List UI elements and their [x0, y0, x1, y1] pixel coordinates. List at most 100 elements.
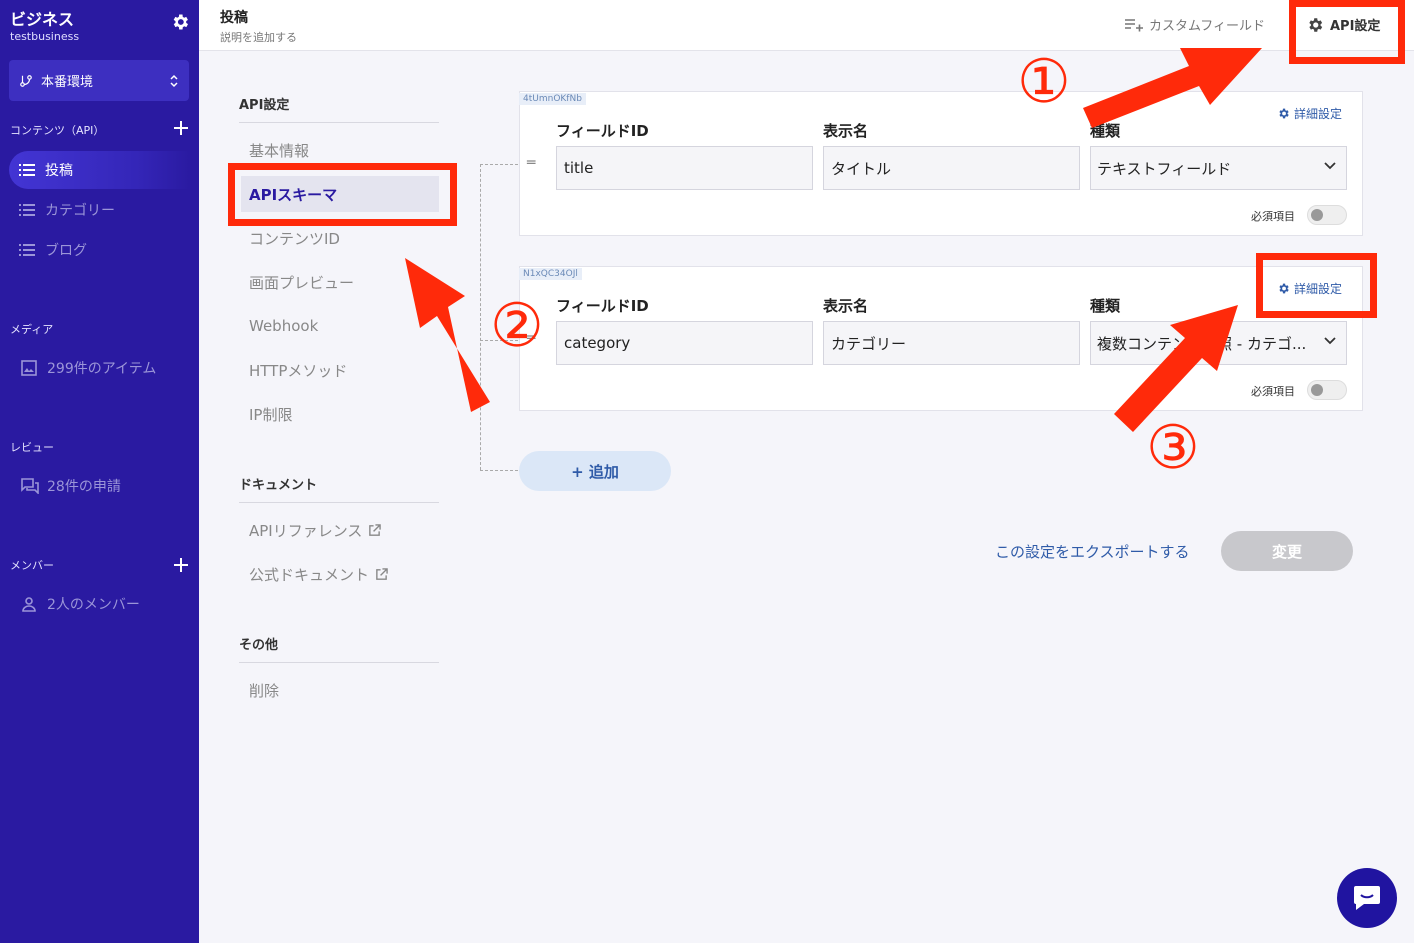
field-id-input[interactable]: category [556, 321, 813, 365]
sidebar-item-label: 投稿 [45, 163, 73, 179]
external-link-icon [376, 568, 388, 580]
custom-field-label: カスタムフィールド [1149, 19, 1265, 34]
annotation-box [1256, 253, 1377, 318]
divider [239, 122, 439, 123]
menu-item-http-method[interactable]: HTTPメソッド [249, 360, 347, 381]
annotation-box [1289, 0, 1405, 64]
add-field-button[interactable]: + 追加 [519, 451, 671, 491]
chat-button[interactable] [1337, 868, 1397, 928]
external-link-icon [369, 524, 382, 536]
media-section-label: メディア [10, 323, 54, 336]
menu-item-webhook[interactable]: Webhook [249, 317, 318, 335]
environment-selector[interactable]: 本番環境 [9, 60, 189, 101]
annotation-box [228, 163, 457, 226]
add-content-icon[interactable] [173, 120, 189, 136]
add-member-icon[interactable] [173, 557, 189, 573]
list-icon [19, 204, 37, 216]
field-id-label: フィールドID [556, 122, 649, 140]
required-toggle[interactable] [1307, 205, 1347, 225]
sidebar-item-label: カテゴリー [45, 203, 115, 219]
menu-heading-docs: ドキュメント [239, 478, 318, 493]
sidebar-item-categories[interactable]: カテゴリー [9, 191, 191, 229]
list-icon [19, 164, 37, 176]
chat-icon [1354, 886, 1380, 910]
chevron-down-icon [1324, 337, 1336, 345]
required-label: 必須項目 [1251, 210, 1295, 223]
field-id-label: フィールドID [556, 297, 649, 315]
review-section-label: レビュー [10, 441, 54, 454]
change-button[interactable]: 変更 [1221, 531, 1353, 571]
toggle-knob [1311, 384, 1323, 396]
gear-icon [1279, 108, 1289, 119]
person-icon [21, 596, 39, 612]
required-toggle[interactable] [1307, 380, 1347, 400]
annotation-number-1: ① [1017, 47, 1071, 117]
field-id-tag: N1xQC34OJl [519, 268, 582, 280]
drag-handle-icon[interactable]: ═ [527, 155, 535, 171]
menu-item-label: 公式ドキュメント [249, 566, 370, 584]
sidebar-item-blog[interactable]: ブログ [9, 231, 191, 269]
sidebar-item-media[interactable]: 299件のアイテム [9, 349, 191, 387]
divider [239, 662, 439, 663]
list-icon [19, 244, 37, 256]
menu-item-basic-info[interactable]: 基本情報 [249, 140, 309, 161]
menu-item-official-docs[interactable]: 公式ドキュメント [249, 564, 388, 585]
menu-item-content-id[interactable]: コンテンツID [249, 228, 340, 249]
sidebar-item-posts[interactable]: 投稿 [9, 151, 191, 189]
type-label: 種類 [1090, 122, 1121, 140]
display-name-input[interactable]: カテゴリー [823, 321, 1080, 365]
sidebar-item-members[interactable]: 2人のメンバー [9, 585, 191, 623]
page-header: 投稿 説明を追加する カスタムフィールド API設定 [199, 0, 1414, 51]
menu-item-ip-restriction[interactable]: IP制限 [249, 404, 292, 425]
sidebar-item-review[interactable]: 28件の申請 [9, 467, 191, 505]
annotation-arrow [405, 258, 490, 412]
connector-line [480, 164, 481, 470]
chevron-down-icon [1324, 162, 1336, 170]
forum-icon [21, 478, 39, 494]
sidebar-item-label: 2人のメンバー [47, 597, 140, 613]
menu-item-label: APIリファレンス [249, 522, 363, 540]
menu-heading-other: その他 [239, 638, 279, 653]
contents-section-label: コンテンツ（API） [10, 124, 105, 137]
field-type-value: 複数コンテンツ参照 - カテゴ... [1097, 334, 1307, 353]
display-name-label: 表示名 [823, 297, 869, 315]
image-icon [21, 360, 39, 376]
field-id-input[interactable]: title [556, 146, 813, 190]
menu-heading-api: API設定 [239, 98, 290, 113]
menu-item-delete[interactable]: 削除 [249, 680, 279, 701]
playlist-add-icon [1125, 18, 1143, 31]
custom-field-button[interactable]: カスタムフィールド [1125, 15, 1265, 34]
field-type-value: テキストフィールド [1097, 159, 1232, 178]
sidebar-item-label: ブログ [45, 243, 87, 259]
required-label: 必須項目 [1251, 385, 1295, 398]
gear-icon[interactable] [170, 12, 190, 32]
sidebar-item-label: 28件の申請 [47, 479, 121, 495]
field-id-tag: 4tUmnOKfNb [519, 93, 586, 105]
detail-settings-link[interactable]: 詳細設定 [1277, 105, 1342, 122]
menu-item-preview[interactable]: 画面プレビュー [249, 272, 354, 293]
sidebar: ビジネス testbusiness 本番環境 コンテンツ（API） 投稿 カテゴ… [0, 0, 199, 943]
annotation-number-3: ③ [1146, 413, 1200, 483]
environment-label: 本番環境 [41, 75, 94, 90]
toggle-knob [1311, 209, 1323, 221]
export-settings-link[interactable]: この設定をエクスポートする [995, 541, 1190, 562]
workspace-id: testbusiness [10, 30, 80, 43]
field-type-select[interactable]: テキストフィールド [1090, 146, 1347, 190]
display-name-label: 表示名 [823, 122, 869, 140]
add-description-link[interactable]: 説明を追加する [220, 29, 297, 45]
member-section-label: メンバー [10, 559, 54, 572]
workspace-name: ビジネス [10, 10, 75, 29]
display-name-input[interactable]: タイトル [823, 146, 1080, 190]
page-title: 投稿 [220, 10, 248, 26]
connector-line [480, 470, 518, 471]
menu-item-api-reference[interactable]: APIリファレンス [249, 520, 382, 541]
sidebar-item-label: 299件のアイテム [47, 361, 157, 377]
divider [239, 502, 439, 503]
chevron-updown-icon [170, 74, 178, 87]
connector-line [480, 164, 518, 165]
annotation-number-2: ② [490, 291, 544, 361]
branch-icon [20, 74, 32, 87]
field-type-select[interactable]: 複数コンテンツ参照 - カテゴ... [1090, 321, 1347, 365]
type-label: 種類 [1090, 297, 1121, 315]
detail-settings-label: 詳細設定 [1294, 107, 1343, 121]
